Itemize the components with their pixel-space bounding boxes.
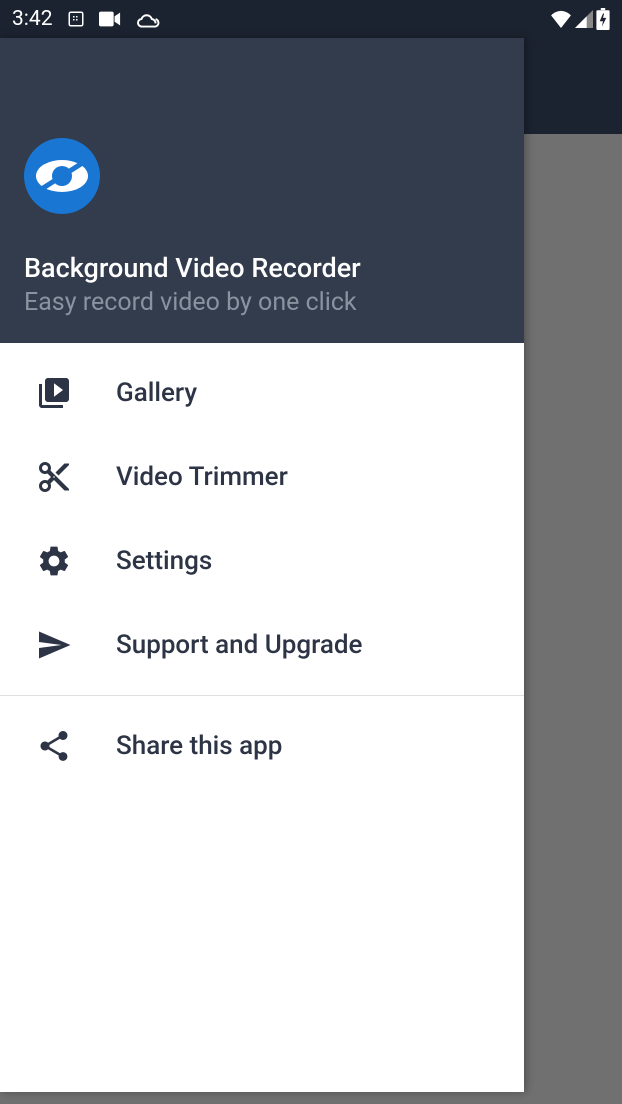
battery-icon <box>596 8 610 30</box>
divider <box>0 695 524 696</box>
app-subtitle: Easy record video by one click <box>24 288 500 317</box>
status-time: 3:42 <box>12 7 53 31</box>
menu-label: Gallery <box>116 378 197 408</box>
send-icon <box>36 627 72 663</box>
menu-list: Gallery Video Trimmer Settings <box>0 343 524 788</box>
cloud-icon <box>135 10 161 28</box>
wifi-icon <box>550 10 572 28</box>
menu-item-share[interactable]: Share this app <box>0 704 524 788</box>
signal-icon <box>575 10 593 28</box>
scissors-icon <box>36 459 72 495</box>
status-right <box>550 8 610 30</box>
menu-item-settings[interactable]: Settings <box>0 519 524 603</box>
menu-item-support[interactable]: Support and Upgrade <box>0 603 524 687</box>
video-icon <box>99 11 121 27</box>
menu-label: Settings <box>116 546 212 576</box>
menu-label: Video Trimmer <box>116 462 288 492</box>
menu-label: Support and Upgrade <box>116 630 362 660</box>
keyboard-icon <box>67 10 85 28</box>
status-left: 3:42 <box>12 7 161 31</box>
gear-icon <box>36 543 72 579</box>
menu-item-trimmer[interactable]: Video Trimmer <box>0 435 524 519</box>
status-bar: 3:42 <box>0 0 622 38</box>
menu-item-gallery[interactable]: Gallery <box>0 343 524 435</box>
drawer-header: Background Video Recorder Easy record vi… <box>0 38 524 343</box>
gallery-icon <box>36 375 72 411</box>
app-title: Background Video Recorder <box>24 252 500 284</box>
navigation-drawer: Background Video Recorder Easy record vi… <box>0 38 524 1092</box>
menu-label: Share this app <box>116 731 282 761</box>
share-icon <box>36 728 72 764</box>
app-icon <box>24 138 100 214</box>
